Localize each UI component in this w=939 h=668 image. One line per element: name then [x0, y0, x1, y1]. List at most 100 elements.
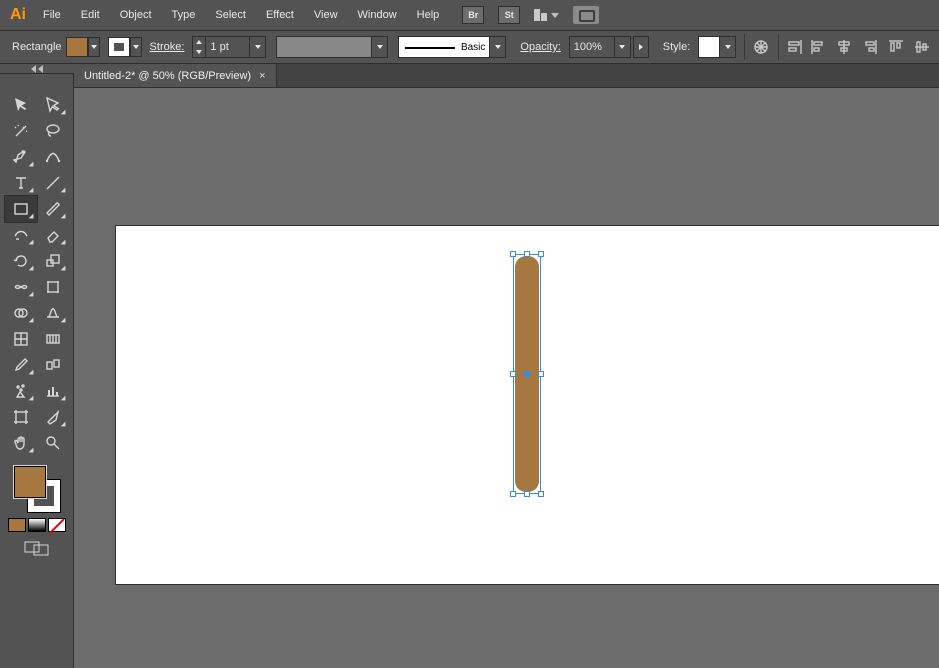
chevron-up-icon [196, 40, 202, 44]
flyout-icon [28, 292, 33, 297]
color-mode-gradient[interactable] [28, 518, 46, 532]
stroke-weight-dropdown[interactable] [250, 36, 266, 58]
align-center-v-button[interactable] [911, 34, 933, 60]
bridge-button[interactable]: Br [462, 6, 484, 24]
tool-selection[interactable] [5, 92, 37, 118]
chevron-down-icon [495, 45, 501, 49]
brush-dropdown[interactable] [490, 36, 506, 58]
tool-shaper[interactable] [5, 222, 37, 248]
document-tab-title: Untitled-2* @ 50% (RGB/Preview) [84, 70, 251, 82]
stepper-arrows[interactable] [192, 36, 206, 58]
menu-object[interactable]: Object [111, 5, 161, 25]
variable-width-profile[interactable] [276, 36, 372, 58]
menu-edit[interactable]: Edit [72, 5, 109, 25]
stroke-weight-stepper[interactable] [192, 36, 266, 58]
tool-rectangle[interactable] [5, 196, 37, 222]
stroke-label[interactable]: Stroke: [146, 41, 189, 53]
screen-mode-button[interactable] [0, 540, 73, 556]
tool-curvature[interactable] [37, 144, 69, 170]
variable-width-dropdown[interactable] [372, 36, 388, 58]
tool-shape-builder[interactable] [5, 300, 37, 326]
align-left-button[interactable] [807, 34, 829, 60]
color-wheel-icon [753, 39, 769, 55]
rectangle-shape[interactable] [515, 256, 539, 492]
flyout-icon [28, 214, 33, 219]
graphic-style-swatch[interactable] [698, 36, 720, 58]
canvas-area[interactable] [74, 88, 939, 668]
color-mode-none[interactable] [48, 518, 66, 532]
menu-window[interactable]: Window [349, 5, 406, 25]
align-panel-button[interactable] [786, 34, 803, 60]
tool-rotate[interactable] [5, 248, 37, 274]
menu-view[interactable]: View [305, 5, 347, 25]
tool-paintbrush[interactable] [37, 196, 69, 222]
fill-dropdown-button[interactable] [88, 37, 100, 57]
tool-line[interactable] [37, 170, 69, 196]
stroke-dropdown-button[interactable] [130, 37, 142, 57]
close-tab-button[interactable]: × [259, 70, 265, 82]
tool-direct-selection[interactable] [37, 92, 69, 118]
style-label[interactable]: Style: [659, 41, 695, 53]
flyout-icon [28, 448, 33, 453]
stock-button[interactable]: St [498, 6, 520, 24]
menu-help[interactable]: Help [408, 5, 449, 25]
fill-swatch[interactable] [66, 37, 100, 57]
opacity-label[interactable]: Opacity: [516, 41, 564, 53]
gpu-preview-button[interactable] [573, 6, 599, 24]
graphic-style-dropdown[interactable] [720, 36, 736, 58]
stroke-weight-input[interactable] [206, 36, 250, 58]
menu-select[interactable]: Select [206, 5, 255, 25]
menu-effect[interactable]: Effect [257, 5, 303, 25]
menu-type[interactable]: Type [163, 5, 205, 25]
flyout-icon [28, 370, 33, 375]
tool-column-graph[interactable] [37, 378, 69, 404]
align-left-icon [810, 39, 826, 55]
color-mode-color[interactable] [8, 518, 26, 532]
tool-mesh[interactable] [5, 326, 37, 352]
arrange-documents-button[interactable] [534, 9, 559, 21]
brush-definition[interactable]: Basic [398, 36, 490, 58]
recolor-artwork-button[interactable] [753, 34, 770, 60]
tool-slice[interactable] [37, 404, 69, 430]
tool-artboard[interactable] [5, 404, 37, 430]
fill-proxy[interactable] [14, 466, 46, 498]
flyout-icon [60, 396, 65, 401]
tool-eraser[interactable] [37, 222, 69, 248]
tool-perspective-grid[interactable] [37, 300, 69, 326]
chevron-down-icon [377, 45, 383, 49]
tool-eyedropper[interactable] [5, 352, 37, 378]
document-tab[interactable]: Untitled-2* @ 50% (RGB/Preview) × [74, 64, 277, 87]
color-mode-row [0, 518, 73, 532]
tool-scale[interactable] [37, 248, 69, 274]
flyout-icon [60, 110, 65, 115]
align-top-button[interactable] [885, 34, 907, 60]
chevron-down-icon [619, 45, 625, 49]
align-right-button[interactable] [859, 34, 881, 60]
fill-stroke-proxy[interactable] [14, 466, 60, 512]
tool-pen[interactable] [5, 144, 37, 170]
menu-file[interactable]: File [34, 5, 70, 25]
flyout-icon [28, 266, 33, 271]
tool-type[interactable] [5, 170, 37, 196]
tool-width[interactable] [5, 274, 37, 300]
tool-hand[interactable] [5, 430, 37, 456]
tool-blend[interactable] [37, 352, 69, 378]
tool-symbol-sprayer[interactable] [5, 378, 37, 404]
tool-lasso[interactable] [37, 118, 69, 144]
chevron-down-icon [196, 50, 202, 54]
opacity-dropdown[interactable] [615, 36, 631, 58]
opacity-next-button[interactable] [633, 36, 649, 58]
stroke-swatch[interactable] [108, 37, 142, 57]
tool-magic-wand[interactable] [5, 118, 37, 144]
brush-label: Basic [461, 42, 485, 53]
align-right-icon [862, 39, 878, 55]
tool-zoom[interactable] [37, 430, 69, 456]
flyout-icon [60, 240, 65, 245]
toolbox-collapse-handle[interactable] [0, 64, 74, 74]
tool-free-transform[interactable] [37, 274, 69, 300]
tool-gradient[interactable] [37, 326, 69, 352]
opacity-input[interactable] [569, 36, 615, 58]
align-center-h-button[interactable] [833, 34, 855, 60]
collapse-left-icon [38, 65, 43, 73]
control-bar: Rectangle Stroke: Basic Opacity: Style: [0, 30, 939, 64]
